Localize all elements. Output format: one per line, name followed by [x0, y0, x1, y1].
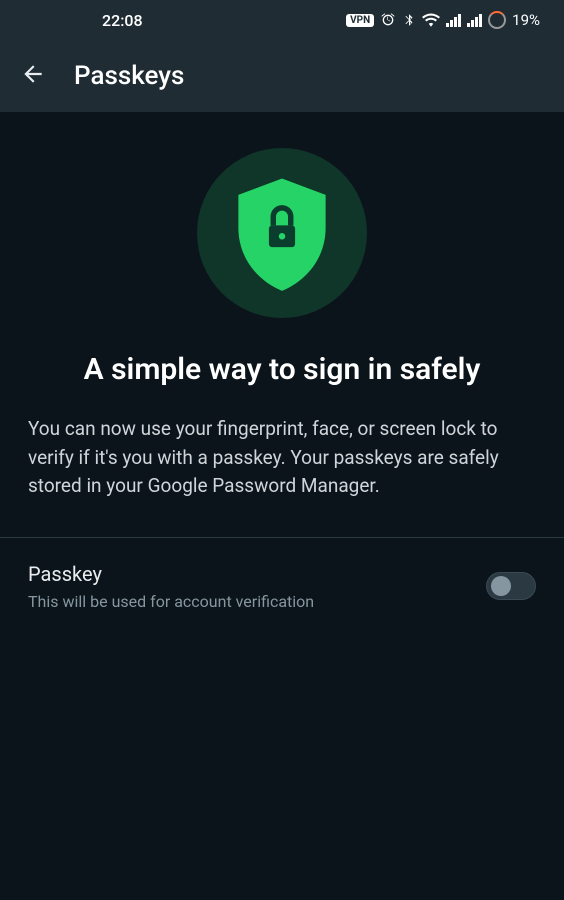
setting-text-group: Passkey This will be used for account ve… [28, 562, 486, 611]
shield-circle-bg [197, 148, 367, 318]
back-button[interactable] [20, 61, 46, 91]
status-time: 22:08 [102, 11, 143, 30]
shield-lock-icon [227, 173, 337, 293]
app-bar: Passkeys [0, 40, 564, 112]
wifi-icon [422, 13, 440, 27]
alarm-icon [380, 12, 396, 28]
setting-subtitle: This will be used for account verificati… [28, 592, 486, 611]
status-bar: 22:08 VPN 19% [0, 0, 564, 40]
signal-icon-2 [467, 13, 482, 27]
description-text: You can now use your fingerprint, face, … [28, 415, 536, 501]
page-title: Passkeys [74, 61, 184, 91]
passkey-setting-row[interactable]: Passkey This will be used for account ve… [0, 538, 564, 635]
bluetooth-icon [402, 12, 416, 28]
passkey-toggle[interactable] [486, 572, 536, 600]
hero-icon-container [197, 148, 367, 318]
signal-icon-1 [446, 13, 461, 27]
headline: A simple way to sign in safely [28, 350, 536, 389]
toggle-thumb [491, 576, 511, 596]
battery-percent: 19% [512, 11, 540, 29]
vpn-badge: VPN [346, 14, 374, 27]
setting-title: Passkey [28, 562, 486, 586]
battery-ring-icon [488, 11, 506, 29]
content-area: A simple way to sign in safely You can n… [0, 112, 564, 538]
status-indicators: VPN 19% [346, 11, 540, 29]
